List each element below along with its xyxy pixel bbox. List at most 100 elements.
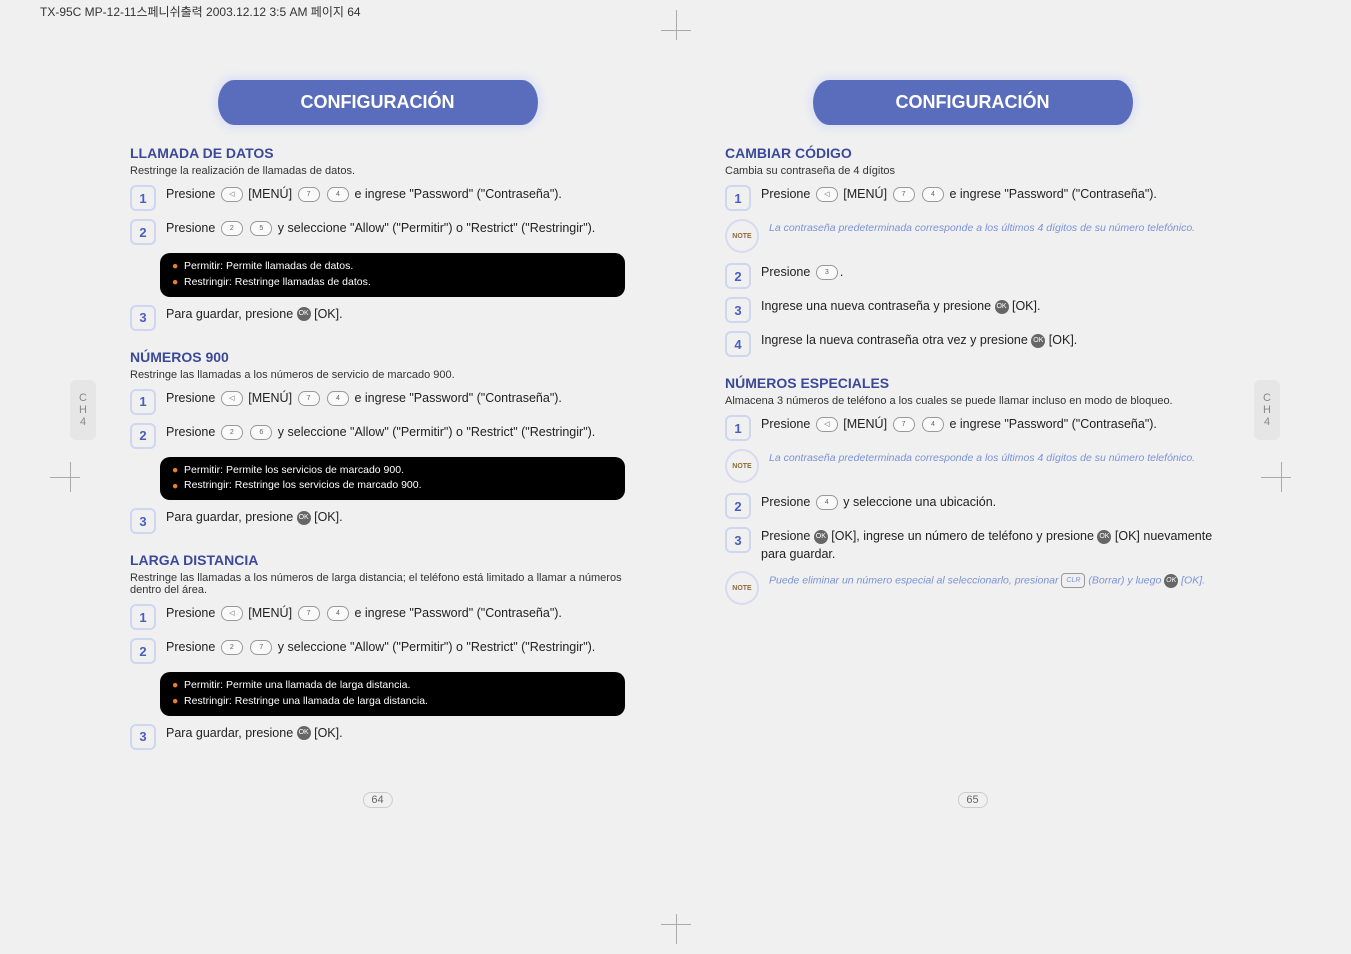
chapter-tab-left: CH4	[70, 380, 96, 440]
step-text: Presione ◁ [MENÚ] 7 4 e ingrese "Passwor…	[761, 185, 1220, 203]
n900-step-1: 1 Presione ◁ [MENÚ] 7 4 e ingrese "Passw…	[130, 389, 625, 415]
section-change-code-intro: Cambia su contraseña de 4 dígitos	[725, 165, 1220, 177]
step-text: Presione ◁ [MENÚ] 7 4 e ingrese "Passwor…	[166, 389, 625, 407]
section-900-intro: Restringe las llamadas a los números de …	[130, 369, 625, 381]
key-4-icon: 4	[816, 495, 838, 510]
info-box-ld: ●Permitir: Permite una llamada de larga …	[160, 672, 625, 716]
data-call-step-2: 2 Presione 2 5 y seleccione "Allow" ("Pe…	[130, 219, 625, 245]
ok-icon: OK	[814, 530, 828, 544]
step-text: Presione 4 y seleccione una ubicación.	[761, 493, 1220, 511]
step-text: Presione 2 7 y seleccione "Allow" ("Perm…	[166, 638, 625, 656]
clear-icon: CLR	[1061, 573, 1085, 588]
step-text: Para guardar, presione OK [OK].	[166, 508, 625, 526]
crop-mark-top	[656, 10, 696, 50]
ld-step-3: 3 Para guardar, presione OK [OK].	[130, 724, 625, 750]
step-number-icon: 3	[725, 527, 751, 553]
data-call-step-1: 1 Presione ◁ [MENÚ] 7 4 e ingrese "Passw…	[130, 185, 625, 211]
note-icon: NOTE	[725, 219, 759, 253]
n900-step-2: 2 Presione 2 6 y seleccione "Allow" ("Pe…	[130, 423, 625, 449]
step-number-icon: 3	[130, 508, 156, 534]
ld-step-1: 1 Presione ◁ [MENÚ] 7 4 e ingrese "Passw…	[130, 604, 625, 630]
chapter-tab-right: CH4	[1254, 380, 1280, 440]
step-number-icon: 1	[725, 415, 751, 441]
key-2-icon: 2	[221, 221, 243, 236]
banner-left: CONFIGURACIÓN	[218, 80, 538, 125]
step-number-icon: 4	[725, 331, 751, 357]
step-text: Presione 2 5 y seleccione "Allow" ("Perm…	[166, 219, 625, 237]
key-7-icon: 7	[250, 640, 272, 655]
key-4-icon: 4	[327, 606, 349, 621]
crop-mark-bottom	[656, 904, 696, 944]
section-data-call-intro: Restringe la realización de llamadas de …	[130, 165, 625, 177]
note-text: Puede eliminar un número especial al sel…	[769, 571, 1205, 588]
ok-icon: OK	[995, 300, 1009, 314]
ok-icon: OK	[1164, 574, 1178, 588]
box-line: Permitir: Permite los servicios de marca…	[184, 464, 404, 476]
note-text: La contraseña predeterminada corresponde…	[769, 449, 1195, 466]
key-2-icon: 2	[221, 425, 243, 440]
header-strip: TX-95C MP-12-11스페니쉬출력 2003.12.12 3:5 AM …	[40, 3, 361, 20]
key-7-icon: 7	[298, 391, 320, 406]
key-4-icon: 4	[327, 187, 349, 202]
section-900-title: NÚMEROS 900	[130, 349, 625, 365]
key-4-icon: 4	[922, 187, 944, 202]
step-text: Presione 3.	[761, 263, 1220, 281]
sn-step-2: 2 Presione 4 y seleccione una ubicación.	[725, 493, 1220, 519]
step-text: Presione ◁ [MENÚ] 7 4 e ingrese "Passwor…	[166, 185, 625, 203]
step-text: Presione 2 6 y seleccione "Allow" ("Perm…	[166, 423, 625, 441]
step-number-icon: 3	[725, 297, 751, 323]
ok-icon: OK	[1097, 530, 1111, 544]
ok-icon: OK	[297, 726, 311, 740]
cc-step-4: 4 Ingrese la nueva contraseña otra vez y…	[725, 331, 1220, 357]
step-text: Ingrese la nueva contraseña otra vez y p…	[761, 331, 1220, 349]
key-7-icon: 7	[298, 606, 320, 621]
note-icon: NOTE	[725, 571, 759, 605]
sn-step-1: 1 Presione ◁ [MENÚ] 7 4 e ingrese "Passw…	[725, 415, 1220, 441]
step-number-icon: 1	[130, 185, 156, 211]
key-5-icon: 5	[250, 221, 272, 236]
cc-step-2: 2 Presione 3.	[725, 263, 1220, 289]
note-text: La contraseña predeterminada corresponde…	[769, 219, 1195, 236]
section-ld-title: LARGA DISTANCIA	[130, 552, 625, 568]
step-text: Presione ◁ [MENÚ] 7 4 e ingrese "Passwor…	[761, 415, 1220, 433]
crop-mark-left	[50, 457, 90, 497]
nav-icon: ◁	[816, 417, 838, 432]
key-4-icon: 4	[327, 391, 349, 406]
section-special-intro: Almacena 3 números de teléfono a los cua…	[725, 395, 1220, 407]
page-number-left: 64	[362, 792, 392, 808]
step-text: Para guardar, presione OK [OK].	[166, 724, 625, 742]
key-7-icon: 7	[298, 187, 320, 202]
ok-icon: OK	[297, 307, 311, 321]
step-number-icon: 3	[130, 305, 156, 331]
ok-icon: OK	[297, 511, 311, 525]
box-line: Restringir: Restringe llamadas de datos.	[184, 276, 371, 288]
step-text: Ingrese una nueva contraseña y presione …	[761, 297, 1220, 315]
step-text: Presione OK [OK], ingrese un número de t…	[761, 527, 1220, 563]
sn-note-1: NOTE La contraseña predeterminada corres…	[725, 449, 1220, 483]
step-text: Para guardar, presione OK [OK].	[166, 305, 625, 323]
box-line: Permitir: Permite una llamada de larga d…	[184, 679, 410, 691]
key-4-icon: 4	[922, 417, 944, 432]
step-number-icon: 2	[725, 493, 751, 519]
step-number-icon: 1	[130, 604, 156, 630]
section-special-title: NÚMEROS ESPECIALES	[725, 375, 1220, 391]
page-number-right: 65	[957, 792, 987, 808]
ok-icon: OK	[1031, 334, 1045, 348]
crop-mark-right	[1261, 457, 1301, 497]
box-line: Restringir: Restringe los servicios de m…	[184, 479, 422, 491]
nav-icon: ◁	[221, 606, 243, 621]
box-line: Restringir: Restringe una llamada de lar…	[184, 695, 428, 707]
key-7-icon: 7	[893, 187, 915, 202]
ld-step-2: 2 Presione 2 7 y seleccione "Allow" ("Pe…	[130, 638, 625, 664]
info-box-data-call: ●Permitir: Permite llamadas de datos. ●R…	[160, 253, 625, 297]
key-2-icon: 2	[221, 640, 243, 655]
step-number-icon: 3	[130, 724, 156, 750]
nav-icon: ◁	[816, 187, 838, 202]
step-number-icon: 1	[130, 389, 156, 415]
note-icon: NOTE	[725, 449, 759, 483]
step-number-icon: 2	[130, 423, 156, 449]
cc-step-3: 3 Ingrese una nueva contraseña y presion…	[725, 297, 1220, 323]
sn-step-3: 3 Presione OK [OK], ingrese un número de…	[725, 527, 1220, 563]
step-number-icon: 1	[725, 185, 751, 211]
key-7-icon: 7	[893, 417, 915, 432]
